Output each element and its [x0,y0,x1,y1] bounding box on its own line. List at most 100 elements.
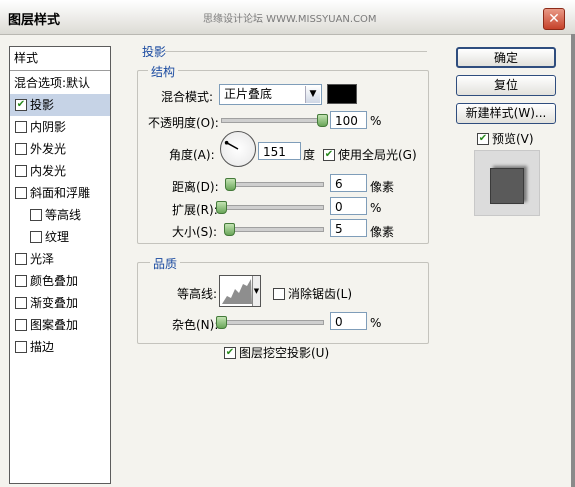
style-item-label: 内发光 [30,164,67,178]
noise-input[interactable]: 0 [330,312,367,330]
styles-header: 样式 [14,51,39,65]
preview-checkbox[interactable]: ✔ 预览(V) [477,130,534,147]
noise-slider-track[interactable] [221,320,324,325]
style-item-4[interactable]: 斜面和浮雕 [10,182,110,204]
style-item-0[interactable]: ✔ 投影 [10,94,110,116]
checkbox-icon[interactable] [15,252,27,265]
style-item-7[interactable]: 光泽 [10,248,110,270]
noise-label: 杂色(N): [172,318,219,332]
ok-button[interactable]: 确定 [456,47,556,68]
styles-header-divider [10,70,110,71]
style-item-5[interactable]: 等高线 [10,204,110,226]
distance-slider-track[interactable] [225,182,324,187]
blend-mode-select[interactable]: 正片叠底 ▼ [219,84,322,105]
angle-input[interactable]: 151 [258,142,301,160]
reset-button[interactable]: 复位 [456,75,556,96]
style-item-label: 渐变叠加 [30,296,79,310]
size-label: 大小(S): [172,225,218,239]
shadow-color-swatch[interactable] [327,84,357,104]
blend-options-item[interactable]: 混合选项:默认 [10,72,110,94]
checkbox-icon[interactable] [15,142,27,155]
checkbox-icon[interactable]: ✔ [15,98,27,111]
checkbox-icon[interactable] [15,296,27,309]
knockout-checkbox[interactable]: ✔ 图层挖空投影(U) [224,344,329,361]
chevron-down-icon: ▼ [305,86,320,103]
spread-input[interactable]: 0 [330,197,367,215]
checkbox-icon[interactable] [30,230,42,243]
spread-slider-thumb[interactable] [216,201,227,214]
checkbox-icon[interactable] [15,164,27,177]
watermark-text: 思缘设计论坛 WWW.MISSYUAN.COM [203,14,377,25]
checkbox-icon[interactable] [15,318,27,331]
styles-list: 样式 混合选项:默认 ✔ 投影 内阴影 外发光 内发光 斜面和浮雕 等高线 纹理 光泽 颜色叠加渐… [9,46,111,484]
checkbox-icon[interactable] [15,340,27,353]
style-item-label: 颜色叠加 [30,274,79,288]
distance-input[interactable]: 6 [330,174,367,192]
global-light-checkbox[interactable]: ✔ 使用全局光(G) [323,146,417,163]
style-item-label: 描边 [30,340,55,354]
style-item-label: 纹理 [45,230,70,244]
blend-mode-label: 混合模式: [161,90,214,104]
checkbox-icon[interactable] [30,208,42,221]
style-item-label: 投影 [30,98,55,112]
style-item-2[interactable]: 外发光 [10,138,110,160]
style-item-label: 等高线 [45,208,82,222]
size-unit: 像素 [370,225,395,239]
opacity-label: 不透明度(O): [148,116,219,130]
checkbox-icon[interactable] [15,274,27,287]
new-style-button[interactable]: 新建样式(W)... [456,103,556,124]
noise-slider-thumb[interactable] [216,316,227,329]
size-slider-track[interactable] [225,227,324,232]
background-window-edge [571,34,575,487]
opacity-input[interactable]: 100 [330,111,367,129]
opacity-slider-thumb[interactable] [317,114,328,127]
contour-curve-icon [222,279,252,304]
spread-slider-track[interactable] [221,205,324,210]
size-input[interactable]: 5 [330,219,367,237]
spread-label: 扩展(R): [172,203,218,217]
style-item-label: 外发光 [30,142,67,156]
spread-unit: % [370,201,382,215]
style-item-8[interactable]: 颜色叠加 [10,270,110,292]
opacity-unit: % [370,114,382,128]
checkbox-icon[interactable] [15,186,27,199]
checkbox-icon [273,287,285,300]
checkbox-icon: ✔ [477,132,489,145]
distance-slider-thumb[interactable] [224,178,236,191]
anti-alias-checkbox[interactable]: 消除锯齿(L) [273,285,352,302]
section-divider [165,51,427,52]
style-item-11[interactable]: 描边 [10,336,110,358]
distance-label: 距离(D): [172,180,219,194]
global-light-label: 使用全局光(G) [338,148,417,162]
knockout-label: 图层挖空投影(U) [239,346,330,360]
noise-unit: % [370,316,382,330]
style-item-label: 图案叠加 [30,318,79,332]
contour-picker[interactable]: ▼ [219,275,261,307]
anti-alias-label: 消除锯齿(L) [288,287,353,301]
style-item-label: 光泽 [30,252,55,266]
angle-label: 角度(A): [169,148,215,162]
angle-unit: 度 [303,148,316,162]
size-slider-thumb[interactable] [223,223,235,236]
structure-title: 结构 [148,63,179,80]
quality-title: 品质 [150,255,181,272]
contour-dropdown-arrow-icon: ▼ [252,276,260,306]
dialog-title: 图层样式 [8,13,61,28]
preview-swatch [490,168,524,204]
checkbox-icon: ✔ [323,148,335,161]
angle-dial[interactable] [220,131,256,167]
contour-label: 等高线: [177,287,218,301]
style-item-1[interactable]: 内阴影 [10,116,110,138]
style-item-6[interactable]: 纹理 [10,226,110,248]
style-item-10[interactable]: 图案叠加 [10,314,110,336]
checkbox-icon[interactable] [15,120,27,133]
opacity-slider-track[interactable] [221,118,324,123]
style-item-3[interactable]: 内发光 [10,160,110,182]
checkbox-icon: ✔ [224,346,236,359]
distance-unit: 像素 [370,180,395,194]
angle-dial-needle-icon [224,140,239,150]
style-item-9[interactable]: 渐变叠加 [10,292,110,314]
style-item-label: 斜面和浮雕 [30,186,91,200]
blend-mode-value: 正片叠底 [224,87,273,101]
close-button[interactable]: ✕ [543,8,565,30]
